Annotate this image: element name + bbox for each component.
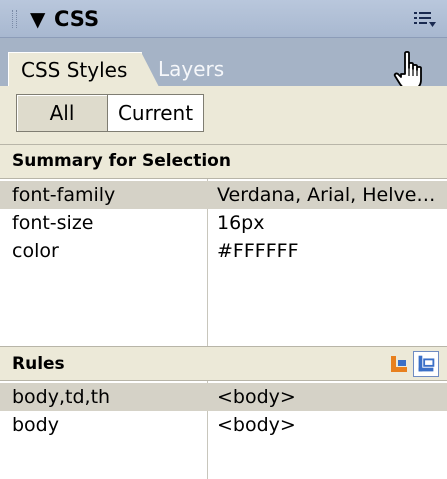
- tab-css-styles[interactable]: CSS Styles: [8, 52, 160, 87]
- panel-title-bar[interactable]: ▼ CSS: [0, 0, 447, 38]
- summary-section-header: Summary for Selection: [0, 144, 447, 178]
- tab-layers[interactable]: Layers: [158, 52, 224, 86]
- rule-selector: body: [12, 414, 59, 436]
- property-value: #FFFFFF: [217, 240, 299, 262]
- property-value: Verdana, Arial, Helve…: [217, 184, 436, 206]
- rules-list: body,td,th <body> body <body>: [0, 380, 447, 479]
- current-button[interactable]: Current: [108, 94, 204, 132]
- rules-section-header: Rules: [0, 346, 447, 380]
- rule-row[interactable]: body,td,th <body>: [0, 383, 447, 411]
- rule-source: <body>: [217, 414, 296, 436]
- gripper-icon[interactable]: [12, 10, 17, 28]
- property-value: 16px: [217, 212, 265, 234]
- property-name: font-size: [12, 212, 94, 234]
- rule-tree-icon[interactable]: [413, 351, 439, 377]
- cascade-icon[interactable]: [390, 355, 408, 373]
- property-row[interactable]: font-family Verdana, Arial, Helve…: [0, 181, 447, 209]
- options-menu-icon[interactable]: [413, 9, 437, 29]
- rule-selector: body,td,th: [12, 386, 111, 408]
- property-row[interactable]: font-size 16px: [0, 209, 447, 237]
- rule-row[interactable]: body <body>: [0, 411, 447, 439]
- mode-toggle-bar: All Current: [0, 86, 447, 144]
- triangle-down-icon[interactable]: ▼: [30, 7, 45, 31]
- property-row[interactable]: color #FFFFFF: [0, 237, 447, 265]
- rule-source: <body>: [217, 386, 296, 408]
- panel-title[interactable]: CSS: [54, 6, 99, 32]
- property-name: color: [12, 240, 59, 262]
- tab-strip: CSS Styles Layers: [0, 38, 447, 87]
- summary-property-grid: font-family Verdana, Arial, Helve… font-…: [0, 178, 447, 346]
- rules-title: Rules: [12, 354, 65, 374]
- summary-title: Summary for Selection: [12, 151, 231, 171]
- all-button[interactable]: All: [16, 94, 108, 132]
- css-panel: ▼ CSS CSS Styles Layers All Current Summ…: [0, 0, 447, 479]
- property-name: font-family: [12, 184, 116, 206]
